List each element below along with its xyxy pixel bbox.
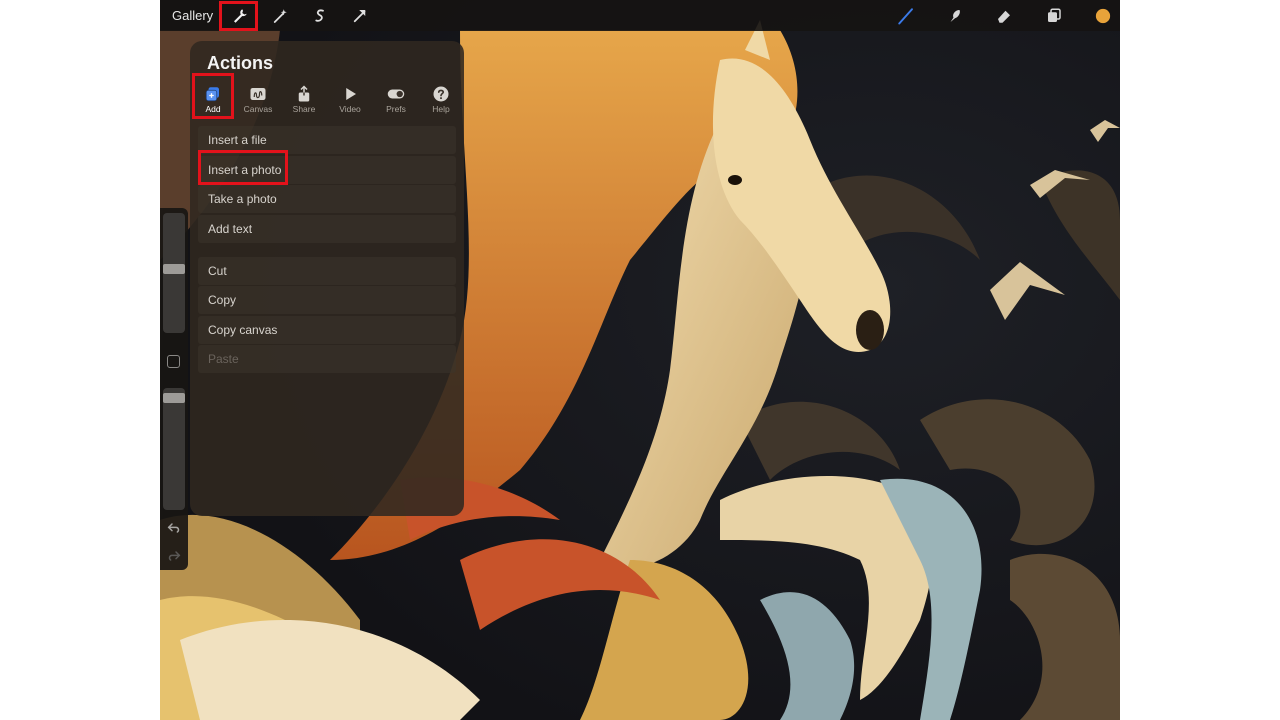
menu-item-label: Copy: [208, 293, 236, 307]
tab-video[interactable]: Video: [327, 85, 373, 119]
tab-canvas-label: Canvas: [235, 104, 281, 114]
side-slider-bar: [160, 208, 188, 570]
redo-icon[interactable]: [166, 548, 182, 564]
menu-item-label: Add text: [208, 222, 252, 236]
tab-prefs-label: Prefs: [373, 104, 419, 114]
help-icon: [432, 85, 450, 103]
share-icon: [295, 85, 313, 103]
video-play-icon: [341, 85, 359, 103]
add-icon: [204, 85, 222, 103]
tab-add-label: Add: [190, 104, 236, 114]
undo-icon[interactable]: [166, 520, 182, 536]
tab-canvas[interactable]: Canvas: [235, 85, 281, 119]
menu-item-label: Take a photo: [208, 192, 277, 206]
menu-insert-photo[interactable]: Insert a photo: [198, 156, 456, 184]
opacity-thumb[interactable]: [163, 393, 185, 403]
layers-icon[interactable]: [1042, 4, 1066, 28]
tab-help-label: Help: [418, 104, 464, 114]
tab-prefs[interactable]: Prefs: [373, 85, 419, 119]
menu-item-label: Paste: [208, 352, 239, 366]
smudge-icon[interactable]: [943, 4, 967, 28]
transform-arrow-icon[interactable]: [348, 4, 372, 28]
wrench-icon[interactable]: [228, 4, 252, 28]
menu-take-photo[interactable]: Take a photo: [198, 185, 456, 213]
panel-title: Actions: [207, 53, 273, 74]
color-swatch[interactable]: [1091, 4, 1115, 28]
brush-icon[interactable]: [894, 4, 918, 28]
menu-copy-canvas[interactable]: Copy canvas: [198, 316, 456, 344]
modify-square-icon[interactable]: [167, 355, 180, 368]
tab-share[interactable]: Share: [281, 85, 327, 119]
menu-cut[interactable]: Cut: [198, 257, 456, 285]
brush-size-thumb[interactable]: [163, 264, 185, 274]
menu-item-label: Insert a photo: [208, 163, 281, 177]
gallery-button[interactable]: Gallery: [172, 8, 213, 23]
tab-share-label: Share: [281, 104, 327, 114]
magic-wand-icon[interactable]: [268, 4, 292, 28]
tab-add[interactable]: Add: [190, 85, 236, 119]
canvas-icon: [249, 85, 267, 103]
eraser-icon[interactable]: [992, 4, 1016, 28]
tab-help[interactable]: Help: [418, 85, 464, 119]
opacity-slider[interactable]: [163, 388, 185, 510]
tab-video-label: Video: [327, 104, 373, 114]
top-toolbar: Gallery: [160, 0, 1120, 31]
menu-item-label: Insert a file: [208, 133, 267, 147]
menu-copy[interactable]: Copy: [198, 286, 456, 314]
menu-paste: Paste: [198, 345, 456, 373]
menu-item-label: Cut: [208, 264, 227, 278]
menu-add-text[interactable]: Add text: [198, 215, 456, 243]
menu-item-label: Copy canvas: [208, 323, 277, 337]
procreate-canvas-view: Gallery: [160, 0, 1120, 720]
menu-insert-file[interactable]: Insert a file: [198, 126, 456, 154]
prefs-toggle-icon: [387, 85, 405, 103]
actions-panel: Actions Add Canvas Share Video Prefs Hel…: [190, 41, 464, 516]
selection-icon[interactable]: [308, 4, 332, 28]
